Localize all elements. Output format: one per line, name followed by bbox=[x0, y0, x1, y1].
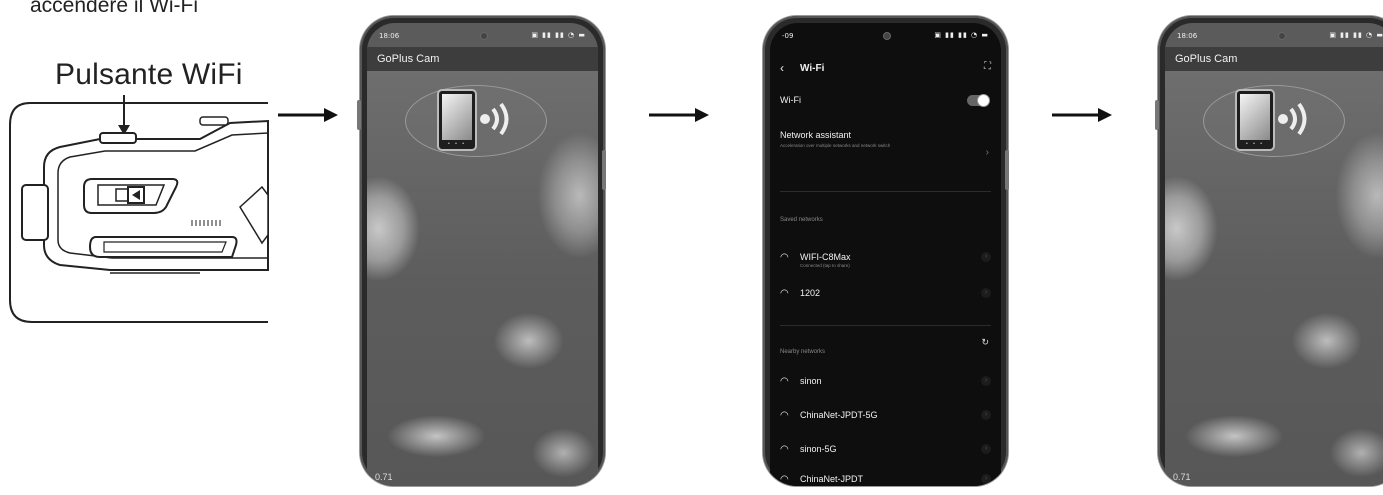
signal-waves-icon bbox=[1278, 102, 1307, 136]
camera-notch bbox=[1277, 32, 1286, 40]
chevron-right-icon: › bbox=[981, 410, 991, 420]
chevron-right-icon: › bbox=[981, 252, 991, 262]
flow-arrow-2 bbox=[649, 108, 709, 122]
wifi-button-caption: Pulsante WiFi bbox=[55, 58, 243, 91]
saved-network-row[interactable]: ◠ WIFI-C8Max Connected (tap to share) › bbox=[780, 249, 991, 269]
chevron-right-icon: › bbox=[981, 474, 991, 484]
phone-1-side-key bbox=[357, 100, 361, 130]
network-name: ChinaNet-JPDT-5G bbox=[800, 410, 878, 420]
phone-icon: • • • bbox=[1235, 89, 1275, 151]
signal-waves-icon bbox=[480, 102, 509, 136]
app-title: GoPlus Cam bbox=[367, 47, 598, 71]
saved-network-row[interactable]: ◠ 1202 › bbox=[780, 285, 991, 305]
status-bar: 18:06 ▣ ▮▮ ▮▮ ◔ ▬ bbox=[1165, 23, 1383, 47]
network-name: sinon-5G bbox=[800, 444, 837, 454]
chevron-right-icon: › bbox=[981, 376, 991, 386]
wifi-icon: ◠ bbox=[780, 474, 789, 485]
phone-3-side-key bbox=[1155, 100, 1159, 130]
status-time: -09 bbox=[782, 32, 794, 40]
wifi-toggle[interactable] bbox=[967, 94, 990, 107]
app-title: GoPlus Cam bbox=[1165, 47, 1383, 71]
network-assistant-sub: Acceleration over multiple networks and … bbox=[780, 143, 891, 148]
camera-notch bbox=[479, 32, 488, 40]
status-icons: ▣ ▮▮ ▮▮ ◔ ▬ bbox=[531, 31, 586, 39]
instruction-top-caption: accendere il Wi-Fi bbox=[30, 0, 199, 17]
status-bar: 18:06 ▣ ▮▮ ▮▮ ◔ ▬ bbox=[367, 23, 598, 47]
camera-preview: • • • 0.71 bbox=[367, 71, 598, 486]
status-time: 18:06 bbox=[379, 32, 400, 40]
chevron-right-icon: › bbox=[981, 444, 991, 454]
zoom-level: 0.71 bbox=[375, 472, 393, 482]
network-name: WIFI-C8Max bbox=[800, 252, 851, 262]
phone-1-goplus-cam: 18:06 ▣ ▮▮ ▮▮ ◔ ▬ GoPlus Cam • • • 0.71 bbox=[360, 16, 605, 486]
wifi-icon: ◠ bbox=[780, 376, 789, 387]
saved-networks-heading: Saved networks bbox=[780, 217, 823, 223]
divider bbox=[780, 325, 991, 326]
phone-3-goplus-cam: 18:06 ▣ ▮▮ ▮▮ ◔ ▬ GoPlus Cam • • • 0.71 bbox=[1158, 16, 1383, 486]
status-icons: ▣ ▮▮ ▮▮ ◔ ▬ bbox=[934, 31, 989, 39]
chevron-right-icon: › bbox=[985, 147, 989, 158]
wifi-toggle-label: Wi-Fi bbox=[780, 95, 801, 105]
divider bbox=[780, 191, 991, 192]
camera-notch bbox=[882, 32, 891, 40]
phone-2-power-key bbox=[1005, 150, 1009, 190]
refresh-icon[interactable]: ↻ bbox=[981, 337, 989, 348]
phone-icon: • • • bbox=[437, 89, 477, 151]
status-icons: ▣ ▮▮ ▮▮ ◔ ▬ bbox=[1329, 31, 1383, 39]
flow-arrow-3 bbox=[1052, 108, 1112, 122]
flow-arrow-1 bbox=[278, 108, 338, 122]
status-bar: -09 ▣ ▮▮ ▮▮ ◔ ▬ bbox=[770, 23, 1001, 47]
wifi-icon: ◠ bbox=[780, 410, 789, 421]
nearby-network-row[interactable]: ◠ ChinaNet-JPDT-5G › bbox=[780, 407, 991, 427]
nearby-network-row[interactable]: ◠ ChinaNet-JPDT › bbox=[780, 471, 991, 486]
wifi-icon: ◠ bbox=[780, 288, 789, 299]
wifi-icon: ◠ bbox=[780, 252, 789, 263]
network-name: ChinaNet-JPDT bbox=[800, 474, 864, 484]
network-assistant-label[interactable]: Network assistant bbox=[780, 130, 851, 140]
nearby-networks-heading: Nearby networks bbox=[780, 349, 826, 355]
wifi-icon: ◠ bbox=[780, 444, 789, 455]
camera-illustration bbox=[9, 95, 269, 323]
screen-title: Wi-Fi bbox=[800, 63, 825, 74]
network-name: 1202 bbox=[800, 288, 821, 298]
zoom-level: 0.71 bbox=[1173, 472, 1191, 482]
chevron-right-icon: › bbox=[981, 288, 991, 298]
status-time: 18:06 bbox=[1177, 32, 1198, 40]
nearby-network-row[interactable]: ◠ sinon-5G › bbox=[780, 441, 991, 461]
scan-icon[interactable]: ⛶ bbox=[984, 61, 991, 72]
phone-1-power-key bbox=[602, 150, 606, 190]
phone-3-screen: 18:06 ▣ ▮▮ ▮▮ ◔ ▬ GoPlus Cam • • • 0.71 bbox=[1165, 23, 1383, 486]
phone-1-screen: 18:06 ▣ ▮▮ ▮▮ ◔ ▬ GoPlus Cam • • • 0.71 bbox=[367, 23, 598, 486]
network-status: Connected (tap to share) bbox=[800, 263, 850, 268]
nearby-network-row[interactable]: ◠ sinon › bbox=[780, 373, 991, 393]
network-name: sinon bbox=[800, 376, 822, 386]
camera-preview: • • • 0.71 bbox=[1165, 71, 1383, 486]
phone-2-wifi-settings: -09 ▣ ▮▮ ▮▮ ◔ ▬ ‹ Wi-Fi ⛶ Wi-Fi Network … bbox=[763, 16, 1008, 486]
back-arrow-icon[interactable]: ‹ bbox=[780, 61, 784, 75]
phone-2-screen: -09 ▣ ▮▮ ▮▮ ◔ ▬ ‹ Wi-Fi ⛶ Wi-Fi Network … bbox=[770, 23, 1001, 486]
